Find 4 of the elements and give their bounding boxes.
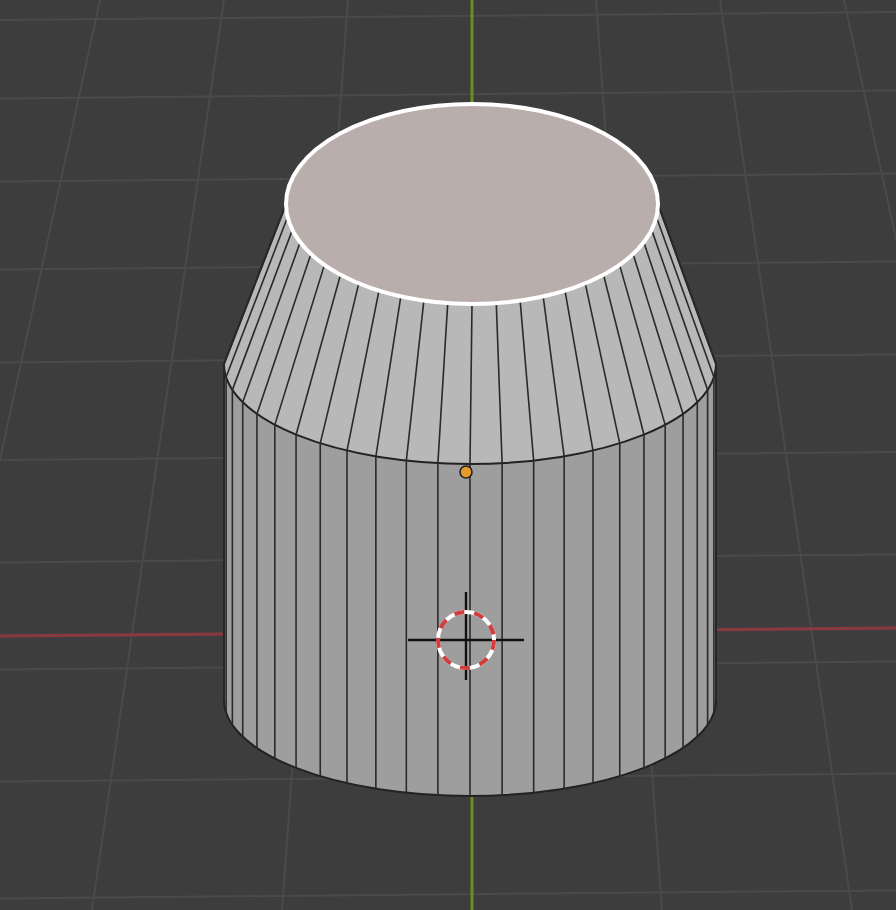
3d-cursor-icon[interactable] — [408, 592, 524, 680]
top-face[interactable] — [284, 102, 660, 306]
origin-dot-icon — [459, 465, 473, 479]
3d-viewport[interactable] — [0, 0, 896, 910]
